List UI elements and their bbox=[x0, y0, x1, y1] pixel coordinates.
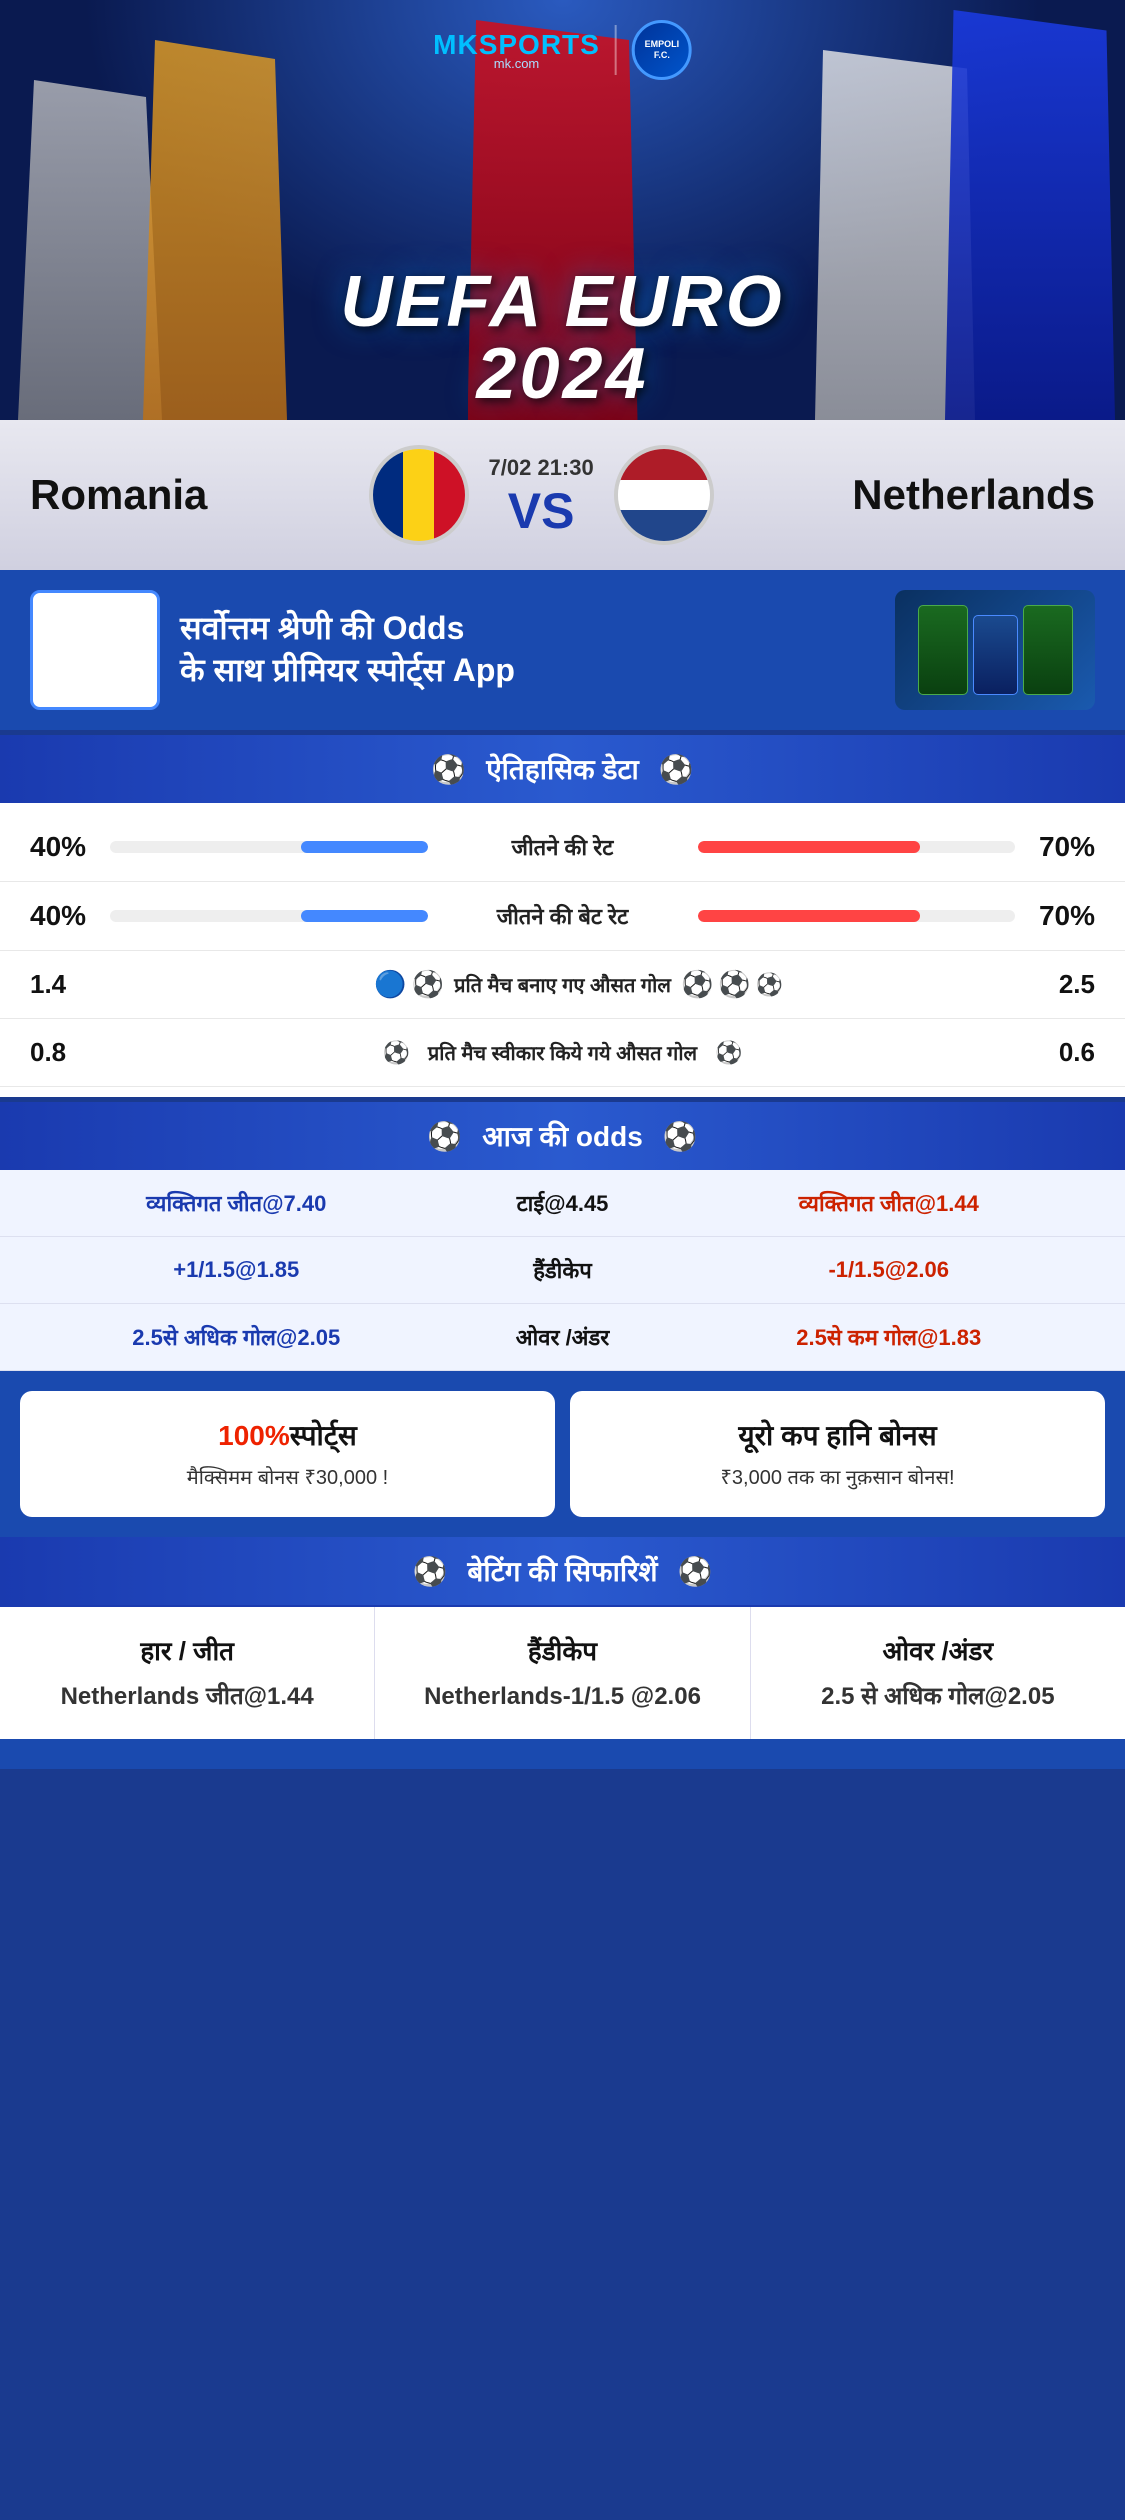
euro-title-container: UEFA EURO 2024 bbox=[281, 266, 844, 410]
odds-title: आज की odds bbox=[482, 1117, 643, 1155]
odds-left-handicap: +1/1.5@1.85 bbox=[20, 1257, 453, 1283]
stat-left-bet-rate: 40% bbox=[30, 900, 110, 932]
odds-center-over: ओवर /अंडर bbox=[453, 1322, 673, 1352]
stat-left-avg-goals: 1.4 bbox=[30, 969, 110, 1000]
match-center-info: 7/02 21:30 VS bbox=[489, 455, 594, 536]
rec-title: बेटिंग की सिफारिशें bbox=[467, 1552, 657, 1590]
odds-center-handicap: हैंडीकेप bbox=[453, 1255, 673, 1285]
stat-row-avg-goals: 1.4 🔵 ⚽ प्रति मैच बनाए गए औसत गोल ⚽ ⚽ ⚽ … bbox=[0, 951, 1125, 1019]
stat-bar-left-win bbox=[110, 841, 428, 853]
rec-col-win-loss[interactable]: हार / जीत Netherlands जीत@1.44 bbox=[0, 1607, 375, 1739]
odds-left-win: व्यक्तिगत जीत@7.40 bbox=[20, 1188, 453, 1218]
stat-left-concede-goals: 0.8 bbox=[30, 1037, 110, 1068]
stat-left-win-rate: 40% bbox=[30, 831, 110, 863]
odds-right-handicap: -1/1.5@2.06 bbox=[673, 1257, 1106, 1283]
header-logo: MKSPORTS mk.com EMPOLIF.C. bbox=[433, 20, 692, 80]
stat-row-win-rate: 40% जीतने की रेट 70% bbox=[0, 813, 1125, 882]
soccer-icon-left: ⚽ bbox=[431, 753, 466, 786]
stat-right-avg-goals: 2.5 bbox=[1015, 969, 1095, 1000]
odds-soccer-right: ⚽ bbox=[663, 1120, 698, 1153]
promo-text: सर्वोत्तम श्रेणी की Oddsके साथ प्रीमियर … bbox=[180, 608, 875, 691]
bonus-card-euro[interactable]: यूरो कप हानि बोनस ₹3,000 तक का नुक़सान ब… bbox=[570, 1391, 1105, 1517]
stat-bar-right-bet bbox=[698, 910, 1016, 922]
stat-bar-left-fill-bet bbox=[301, 910, 428, 922]
bonus-sports-subtitle: मैक्सिमम बोनस ₹30,000 ! bbox=[40, 1464, 535, 1492]
team-left-name: Romania bbox=[30, 471, 230, 519]
stat-right-win-rate: 70% bbox=[1015, 831, 1095, 863]
rec-col-handicap-value: Netherlands-1/1.5 @2.06 bbox=[390, 1680, 734, 1714]
odds-header: ⚽ आज की odds ⚽ bbox=[0, 1102, 1125, 1170]
stat-row-concede-goals: 0.8 ⚽ प्रति मैच स्वीकार किये गये औसत गोल… bbox=[0, 1019, 1125, 1087]
match-date: 7/02 21:30 bbox=[489, 455, 594, 481]
rec-col-handicap-title: हैंडीकेप bbox=[390, 1632, 734, 1668]
bonus-card-sports[interactable]: 100%स्पोर्ट्स मैक्सिमम बोनस ₹30,000 ! bbox=[20, 1391, 555, 1517]
match-section: Romania 7/02 21:30 VS Netherlands bbox=[0, 420, 1125, 570]
stat-label-win-rate: जीतने की रेट bbox=[438, 832, 688, 862]
stat-bar-left-bet bbox=[110, 910, 428, 922]
rec-col-over-under-title: ओवर /अंडर bbox=[766, 1632, 1110, 1668]
promo-app-preview bbox=[895, 590, 1095, 710]
odds-row-3[interactable]: 2.5से अधिक गोल@2.05 ओवर /अंडर 2.5से कम ग… bbox=[0, 1304, 1125, 1371]
rec-soccer-left: ⚽ bbox=[413, 1555, 448, 1588]
bonus-section: 100%स्पोर्ट्स मैक्सिमम बोनस ₹30,000 ! यू… bbox=[0, 1371, 1125, 1537]
rec-body: हार / जीत Netherlands जीत@1.44 हैंडीकेप … bbox=[0, 1605, 1125, 1739]
soccer-icon-right: ⚽ bbox=[659, 753, 694, 786]
stat-bar-right-fill-bet bbox=[698, 910, 920, 922]
vs-label: VS bbox=[508, 486, 575, 536]
euro-2024-title: UEFA EURO 2024 bbox=[281, 266, 844, 410]
rec-col-handicap[interactable]: हैंडीकेप Netherlands-1/1.5 @2.06 bbox=[375, 1607, 750, 1739]
odds-body: व्यक्तिगत जीत@7.40 टाई@4.45 व्यक्तिगत जी… bbox=[0, 1170, 1125, 1371]
rec-col-win-loss-value: Netherlands जीत@1.44 bbox=[15, 1680, 359, 1714]
bonus-euro-title: यूरो कप हानि बोनस bbox=[590, 1416, 1085, 1454]
stat-right-concede-goals: 0.6 bbox=[1015, 1037, 1095, 1068]
odds-row-1[interactable]: व्यक्तिगत जीत@7.40 टाई@4.45 व्यक्तिगत जी… bbox=[0, 1170, 1125, 1237]
promo-logo-box bbox=[30, 590, 160, 710]
rec-col-win-loss-title: हार / जीत bbox=[15, 1632, 359, 1668]
logo-divider bbox=[615, 25, 617, 75]
historical-stats-body: 40% जीतने की रेट 70% 40% जीतने की बेट रे… bbox=[0, 803, 1125, 1097]
promo-section: सर्वोत्तम श्रेणी की Oddsके साथ प्रीमियर … bbox=[0, 570, 1125, 730]
bottom-space bbox=[0, 1739, 1125, 1769]
rec-col-over-under[interactable]: ओवर /अंडर 2.5 से अधिक गोल@2.05 bbox=[751, 1607, 1125, 1739]
stat-bar-right-win bbox=[698, 841, 1016, 853]
odds-center-tie: टाई@4.45 bbox=[453, 1188, 673, 1218]
stat-label-concede-goals: प्रति मैच स्वीकार किये गये औसत गोल bbox=[428, 1039, 697, 1066]
hero-section: MKSPORTS mk.com EMPOLIF.C. UEFA EURO 202… bbox=[0, 0, 1125, 420]
bonus-euro-subtitle: ₹3,000 तक का नुक़सान बोनस! bbox=[590, 1464, 1085, 1492]
stat-label-avg-goals: प्रति मैच बनाए गए औसत गोल bbox=[454, 971, 671, 998]
stat-row-bet-rate: 40% जीतने की बेट रेट 70% bbox=[0, 882, 1125, 951]
rec-header: ⚽ बेटिंग की सिफारिशें ⚽ bbox=[0, 1537, 1125, 1605]
historical-title: ऐतिहासिक डेटा bbox=[486, 750, 639, 788]
stat-label-bet-rate: जीतने की बेट रेट bbox=[438, 901, 688, 931]
odds-right-win: व्यक्तिगत जीत@1.44 bbox=[673, 1188, 1106, 1218]
netherlands-flag bbox=[614, 445, 714, 545]
team-right-name: Netherlands bbox=[852, 471, 1095, 519]
bonus-sports-title: 100%स्पोर्ट्स bbox=[40, 1416, 535, 1454]
odds-right-under: 2.5से कम गोल@1.83 bbox=[673, 1322, 1106, 1352]
stat-bar-left-fill-win bbox=[301, 841, 428, 853]
odds-row-2[interactable]: +1/1.5@1.85 हैंडीकेप -1/1.5@2.06 bbox=[0, 1237, 1125, 1304]
stat-bar-right-fill-win bbox=[698, 841, 920, 853]
rec-col-over-under-value: 2.5 से अधिक गोल@2.05 bbox=[766, 1680, 1110, 1714]
flags-row: 7/02 21:30 VS bbox=[369, 445, 714, 545]
empoli-badge: EMPOLIF.C. bbox=[632, 20, 692, 80]
stat-right-bet-rate: 70% bbox=[1015, 900, 1095, 932]
romania-flag bbox=[369, 445, 469, 545]
historical-header: ⚽ ऐतिहासिक डेटा ⚽ bbox=[0, 735, 1125, 803]
odds-soccer-left: ⚽ bbox=[427, 1120, 462, 1153]
odds-left-over: 2.5से अधिक गोल@2.05 bbox=[20, 1322, 453, 1352]
rec-soccer-right: ⚽ bbox=[678, 1555, 713, 1588]
